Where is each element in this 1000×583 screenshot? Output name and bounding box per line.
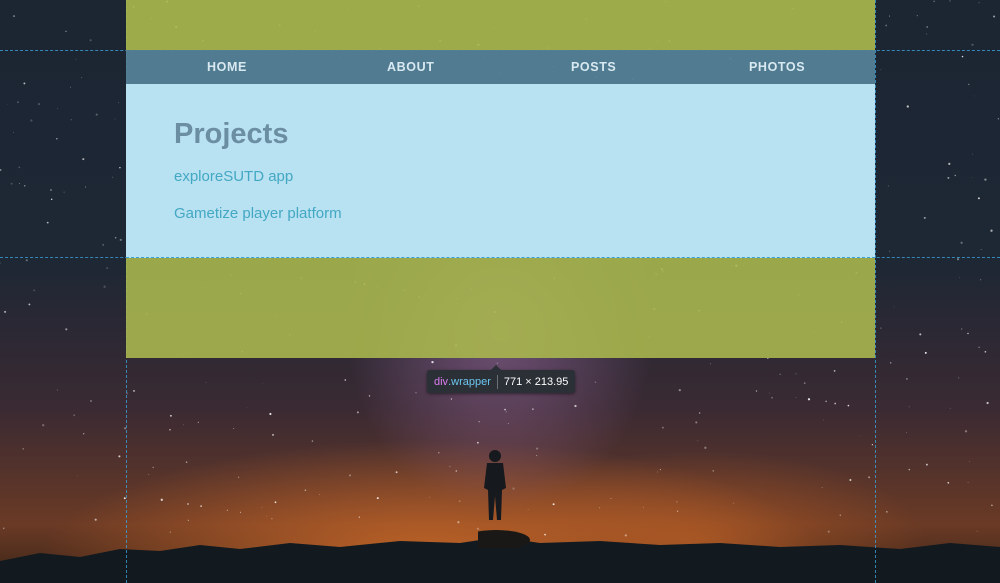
project-link-exploresutd[interactable]: exploreSUTD app (174, 168, 293, 185)
wrapper-margin-top-highlight (126, 0, 875, 50)
nav-posts[interactable]: POSTS (571, 60, 616, 74)
tooltip-tag-name: div (434, 375, 449, 388)
guide-line-vertical (875, 0, 876, 583)
nav-photos[interactable]: PHOTOS (749, 60, 805, 74)
tooltip-divider (496, 374, 498, 389)
projects-section: Projects exploreSUTD app Gametize player… (126, 84, 875, 258)
nav-about[interactable]: ABOUT (387, 60, 434, 74)
page-title: Projects (174, 118, 289, 150)
person-silhouette (478, 450, 530, 548)
nav-home[interactable]: HOME (207, 60, 247, 74)
project-link-gametize[interactable]: Gametize player platform (174, 205, 342, 222)
element-inspector-tooltip: div .wrapper 771 × 213.95 (427, 365, 576, 393)
main-nav: HOME ABOUT POSTS PHOTOS (126, 50, 875, 84)
wrapper-margin-bottom-highlight (126, 258, 875, 358)
tooltip-class-name: .wrapper (448, 375, 491, 388)
tooltip-dimensions: 771 × 213.95 (503, 375, 569, 388)
